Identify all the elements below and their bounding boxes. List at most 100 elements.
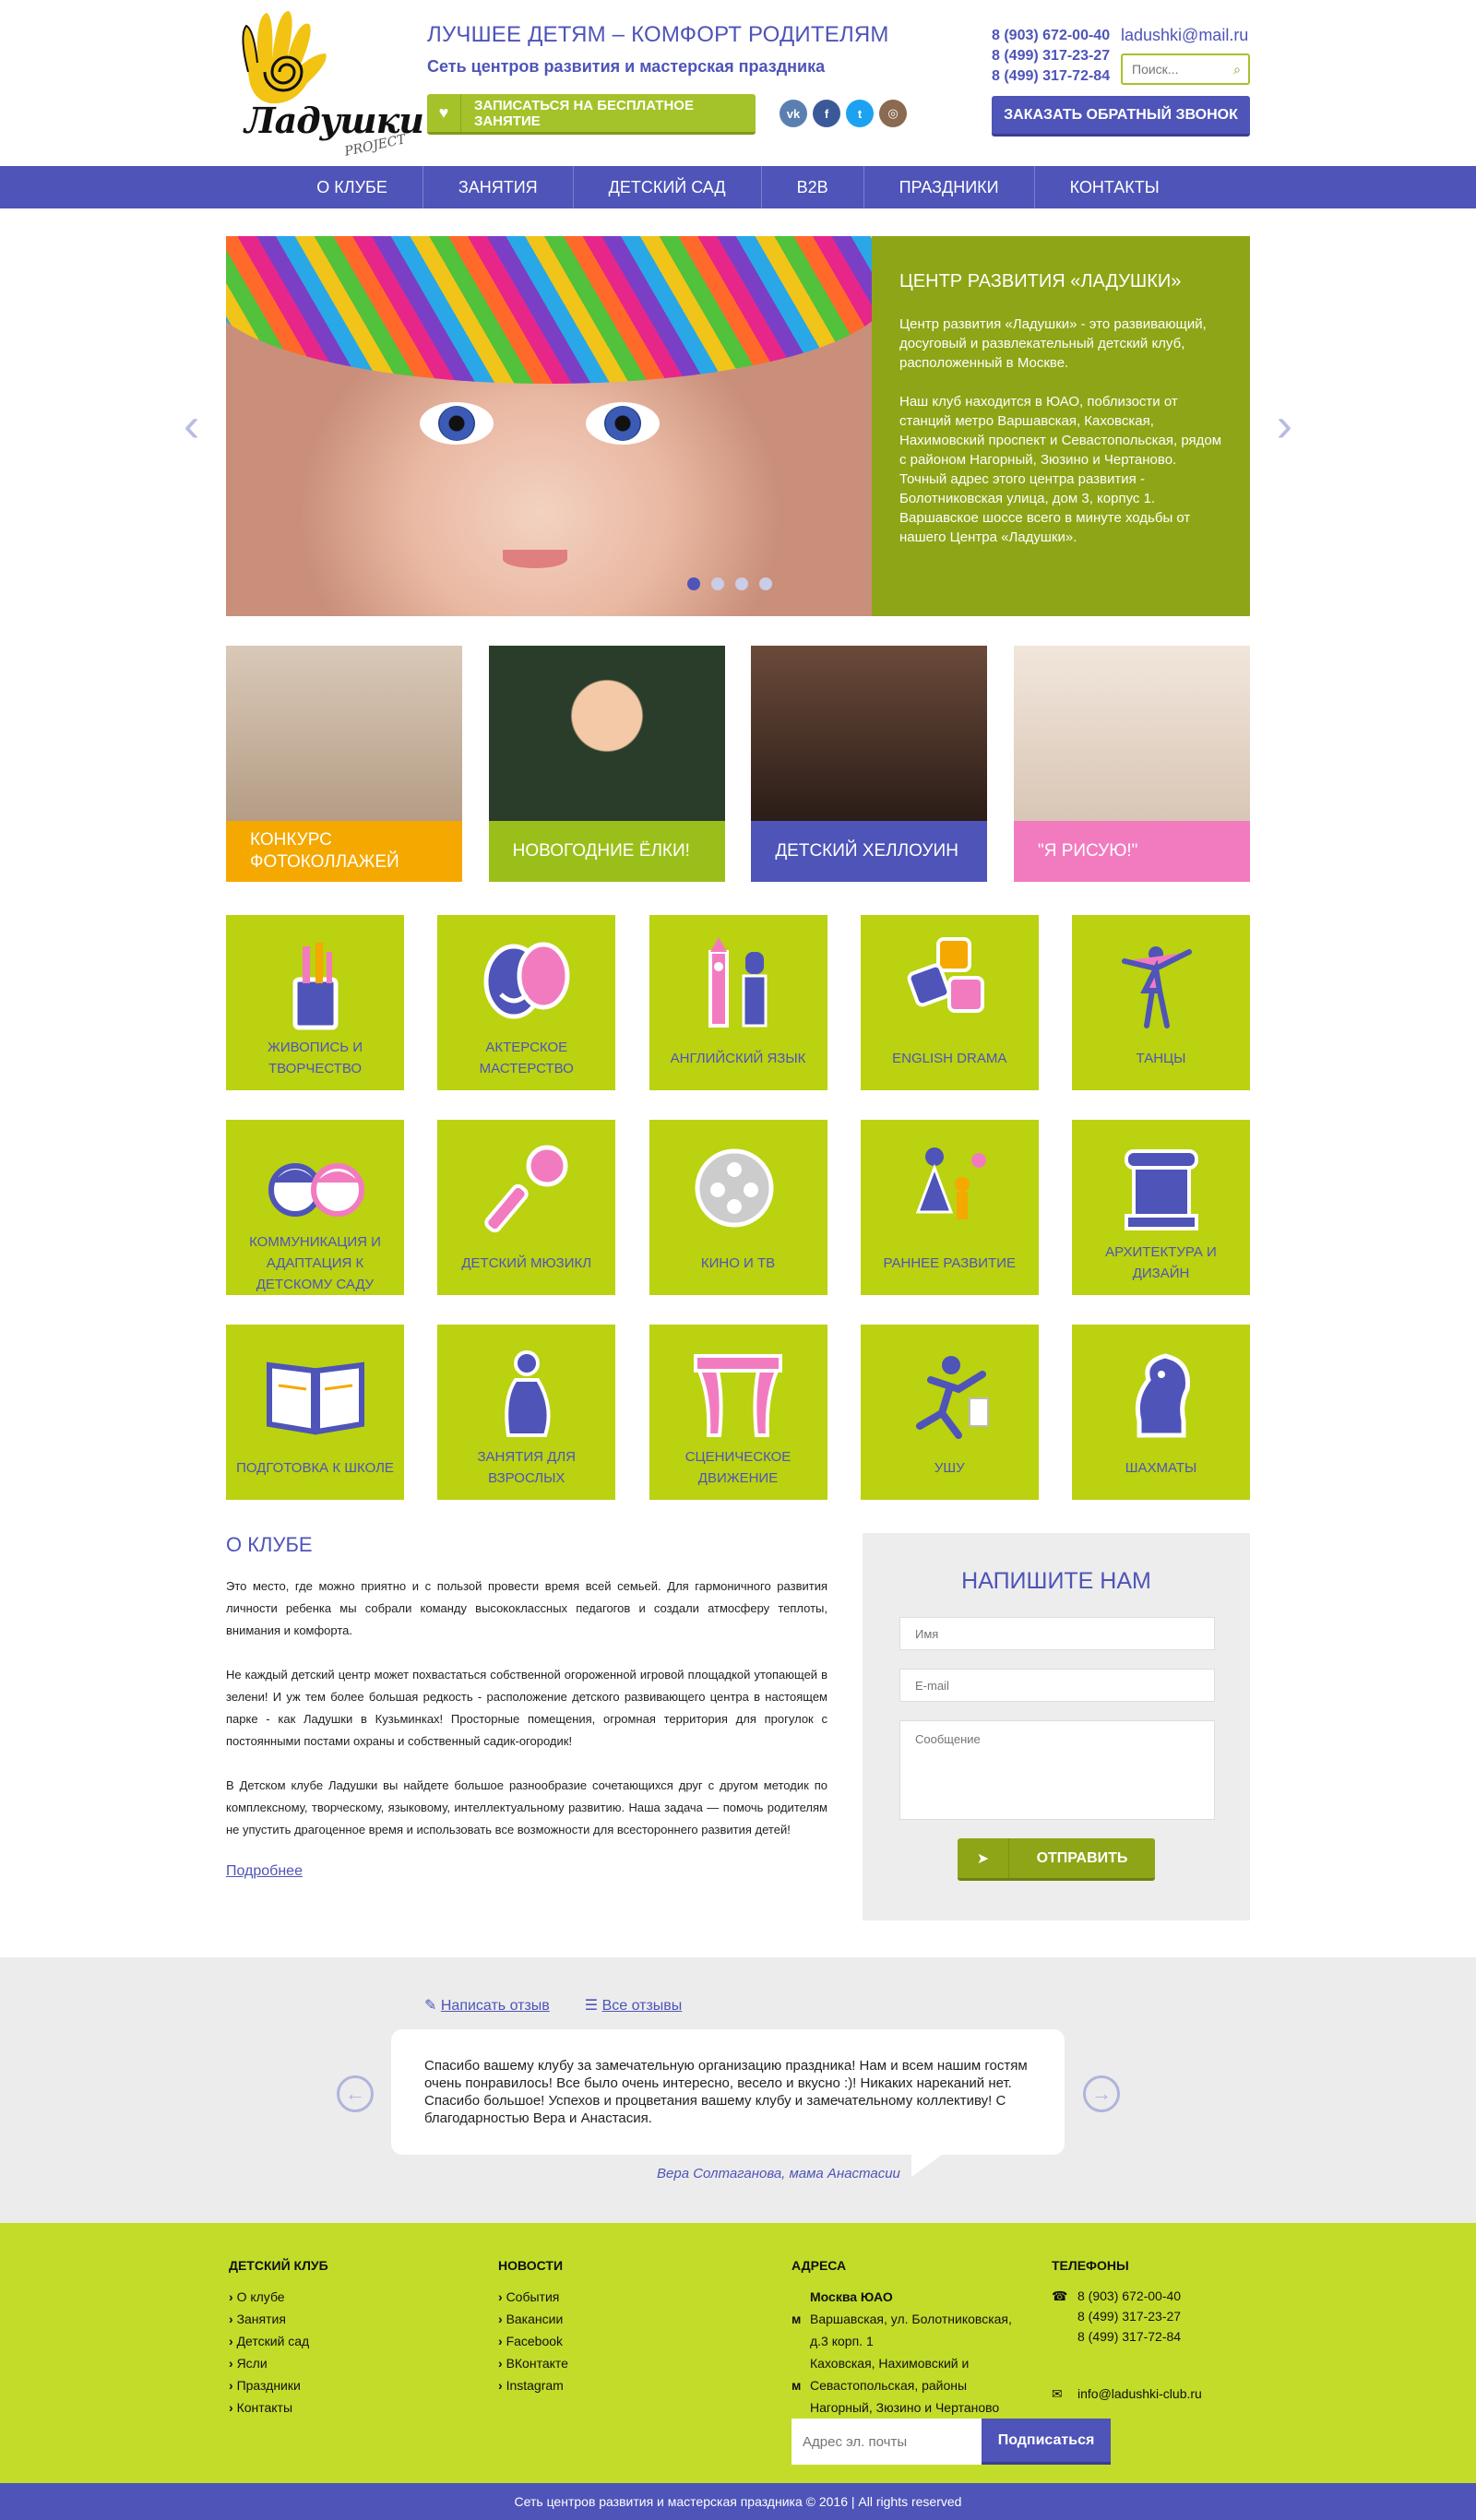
nav-item[interactable]: ПРАЗДНИКИ — [864, 166, 1035, 208]
category-tile[interactable]: РАННЕЕ РАЗВИТИЕ — [860, 1120, 1039, 1295]
category-tile[interactable]: ЖИВОПИСЬ И ТВОРЧЕСТВО — [226, 915, 404, 1090]
search-icon[interactable]: ⌕ — [1233, 62, 1241, 77]
category-label: КОММУНИКАЦИЯ И АДАПТАЦИЯ К ДЕТСКОМУ САДУ — [249, 1233, 381, 1292]
footer-link[interactable]: Вакансии — [498, 2308, 568, 2330]
phone-2[interactable]: 8 (499) 317-23-27 — [992, 46, 1110, 66]
phone-1[interactable]: 8 (903) 672-00-40 — [992, 26, 1110, 46]
category-tile[interactable]: ЗАНЯТИЯ ДЛЯ ВЗРОСЛЫХ — [437, 1325, 616, 1500]
footer-link[interactable]: Контакты — [229, 2396, 328, 2419]
search-box: ⌕ — [1121, 53, 1250, 85]
theater-masks-icon — [483, 942, 570, 1019]
slider-dot[interactable] — [759, 577, 772, 590]
all-reviews-label: Все отзывы — [601, 1998, 683, 2014]
category-label: КИНО И ТВ — [700, 1254, 776, 1271]
footer-link[interactable]: О клубе — [229, 2286, 328, 2308]
slide-title: ЦЕНТР РАЗВИТИЯ «ЛАДУШКИ» — [899, 271, 1182, 291]
more-link[interactable]: Подробнее — [226, 1863, 303, 1879]
category-tile[interactable]: ШАХМАТЫ — [1072, 1325, 1250, 1500]
footer-link[interactable]: Праздники — [229, 2374, 328, 2396]
write-review-label: Написать отзыв — [440, 1998, 550, 2014]
footer-phone-3[interactable]: 8 (499) 317-72-84 — [1077, 2326, 1202, 2347]
callback-button[interactable]: ЗАКАЗАТЬ ОБРАТНЫЙ ЗВОНОК — [992, 96, 1250, 137]
slide-text: ЦЕНТР РАЗВИТИЯ «ЛАДУШКИ» Центр развития … — [872, 236, 1250, 616]
pencil-icon: ✎ — [424, 1998, 441, 2014]
category-tile[interactable]: ДЕТСКИЙ МЮЗИКЛ — [437, 1120, 616, 1295]
category-label: РАННЕЕ РАЗВИТИЕ — [883, 1254, 1016, 1271]
footer-news-title: НОВОСТИ — [498, 2258, 564, 2273]
logo[interactable]: Ладушки PROJECT — [226, 7, 424, 160]
facebook-icon[interactable]: f — [813, 100, 840, 127]
about-club: О КЛУБЕ Это место, где можно приятно и с… — [226, 1533, 827, 1920]
review-next-icon[interactable]: → — [1083, 2075, 1120, 2112]
stage-curtain-icon — [694, 1354, 782, 1437]
about-section: О КЛУБЕ Это место, где можно приятно и с… — [226, 1533, 1250, 1920]
review-prev-icon[interactable]: ← — [337, 2075, 374, 2112]
slider-next-icon[interactable]: › — [1277, 398, 1292, 453]
instagram-icon[interactable]: ◎ — [879, 100, 907, 127]
footer-link[interactable]: Facebook — [498, 2330, 568, 2352]
category-tile[interactable]: ENGLISH DRAMA — [860, 915, 1039, 1090]
header-email[interactable]: ladushki@mail.ru — [1121, 26, 1248, 45]
subscribe-email-field[interactable] — [792, 2419, 982, 2465]
promo-card[interactable]: "Я РИСУЮ!" — [1013, 646, 1250, 882]
phone-3[interactable]: 8 (499) 317-72-84 — [992, 66, 1110, 87]
footer: ДЕТСКИЙ КЛУБ О клубеЗанятияДетский садЯс… — [0, 2223, 1476, 2483]
nav-item[interactable]: КОНТАКТЫ — [1035, 166, 1195, 208]
footer-address-1-text: Варшавская, ул. Болотниковская, д.3 корп… — [810, 2312, 1012, 2348]
footer-link[interactable]: Занятия — [229, 2308, 328, 2330]
footer-phone-1[interactable]: 8 (903) 672-00-40 — [1077, 2286, 1202, 2306]
category-tile[interactable]: СЦЕНИЧЕСКОЕ ДВИЖЕНИЕ — [649, 1325, 827, 1500]
nav-item[interactable]: ДЕТСКИЙ САД — [574, 166, 762, 208]
nav-item[interactable]: О КЛУБЕ — [281, 166, 423, 208]
footer-link[interactable]: События — [498, 2286, 568, 2308]
footer-email[interactable]: info@ladushki-club.ru — [1077, 2386, 1202, 2401]
category-tile[interactable]: ТАНЦЫ — [1072, 915, 1250, 1090]
promo-caption: "Я РИСУЮ!" — [1013, 821, 1250, 882]
footer-link[interactable]: ВКонтакте — [498, 2352, 568, 2374]
promo-card[interactable]: ДЕТСКИЙ ХЕЛЛОУИН — [751, 646, 988, 882]
slider-dot[interactable] — [711, 577, 724, 590]
category-tile[interactable]: КОММУНИКАЦИЯ И АДАПТАЦИЯ К ДЕТСКОМУ САДУ — [226, 1120, 404, 1295]
promo-card[interactable]: НОВОГОДНИЕ ЁЛКИ! — [488, 646, 725, 882]
category-tile[interactable]: ПОДГОТОВКА К ШКОЛЕ — [226, 1325, 404, 1500]
message-field[interactable] — [899, 1720, 1215, 1820]
category-tile[interactable]: АРХИТЕКТУРА И ДИЗАЙН — [1072, 1120, 1250, 1295]
category-label: АРХИТЕКТУРА И ДИЗАЙН — [1105, 1244, 1217, 1281]
slider-dot[interactable] — [735, 577, 748, 590]
footer-addresses-title: АДРЕСА — [792, 2258, 847, 2273]
footer-city: Москва ЮАО — [810, 2289, 893, 2304]
category-label: ТАНЦЫ — [1136, 1050, 1186, 1066]
footer-phone-2[interactable]: 8 (499) 317-23-27 — [1077, 2306, 1202, 2326]
category-tile[interactable]: УШУ — [860, 1325, 1039, 1500]
nav-item[interactable]: B2B — [762, 166, 864, 208]
footer-link[interactable]: Instagram — [498, 2374, 568, 2396]
mouth — [503, 550, 567, 568]
main-nav: О КЛУБЕ ЗАНЯТИЯ ДЕТСКИЙ САД B2B ПРАЗДНИКИ КОН… — [0, 166, 1476, 208]
send-button[interactable]: ➤ ОТПРАВИТЬ — [958, 1838, 1155, 1881]
category-tile[interactable]: КИНО И ТВ — [649, 1120, 827, 1295]
free-lesson-button[interactable]: ♥ ЗАПИСАТЬСЯ НА БЕСПЛАТНОЕ ЗАНЯТИЕ — [427, 94, 756, 135]
name-field[interactable] — [899, 1617, 1215, 1650]
pregnant-woman-icon — [505, 1350, 551, 1437]
slider-prev-icon[interactable]: ‹ — [184, 398, 199, 453]
category-label: УШУ — [934, 1459, 965, 1476]
category-label: ПОДГОТОВКА К ШКОЛЕ — [236, 1459, 394, 1476]
martial-arts-icon — [916, 1356, 990, 1439]
subscribe-button[interactable]: Подписаться — [982, 2419, 1111, 2465]
nav-item[interactable]: ЗАНЯТИЯ — [423, 166, 574, 208]
vk-icon[interactable]: vk — [780, 100, 807, 127]
promo-caption: ДЕТСКИЙ ХЕЛЛОУИН — [751, 821, 988, 882]
category-tile[interactable]: АНГЛИЙСКИЙ ЯЗЫК — [649, 915, 827, 1090]
category-tile[interactable]: АКТЕРСКОЕ МАСТЕРСТВО — [437, 915, 616, 1090]
write-review-link[interactable]: ✎ Написать отзыв — [424, 1996, 550, 2015]
promo-card[interactable]: КОНКУРС ФОТОКОЛЛАЖЕЙ — [226, 646, 462, 882]
all-reviews-link[interactable]: ☰ Все отзывы — [585, 1996, 683, 2015]
email-field[interactable] — [899, 1669, 1215, 1702]
footer-link[interactable]: Ясли — [229, 2352, 328, 2374]
search-input[interactable] — [1123, 55, 1224, 83]
footer-link[interactable]: Детский сад — [229, 2330, 328, 2352]
review-text: Спасибо вашему клубу за замечательную ор… — [391, 2029, 1065, 2177]
twitter-icon[interactable]: t — [846, 100, 874, 127]
contact-form: НАПИШИТЕ НАМ ➤ ОТПРАВИТЬ — [863, 1533, 1250, 1920]
slider-dot[interactable] — [687, 577, 700, 590]
